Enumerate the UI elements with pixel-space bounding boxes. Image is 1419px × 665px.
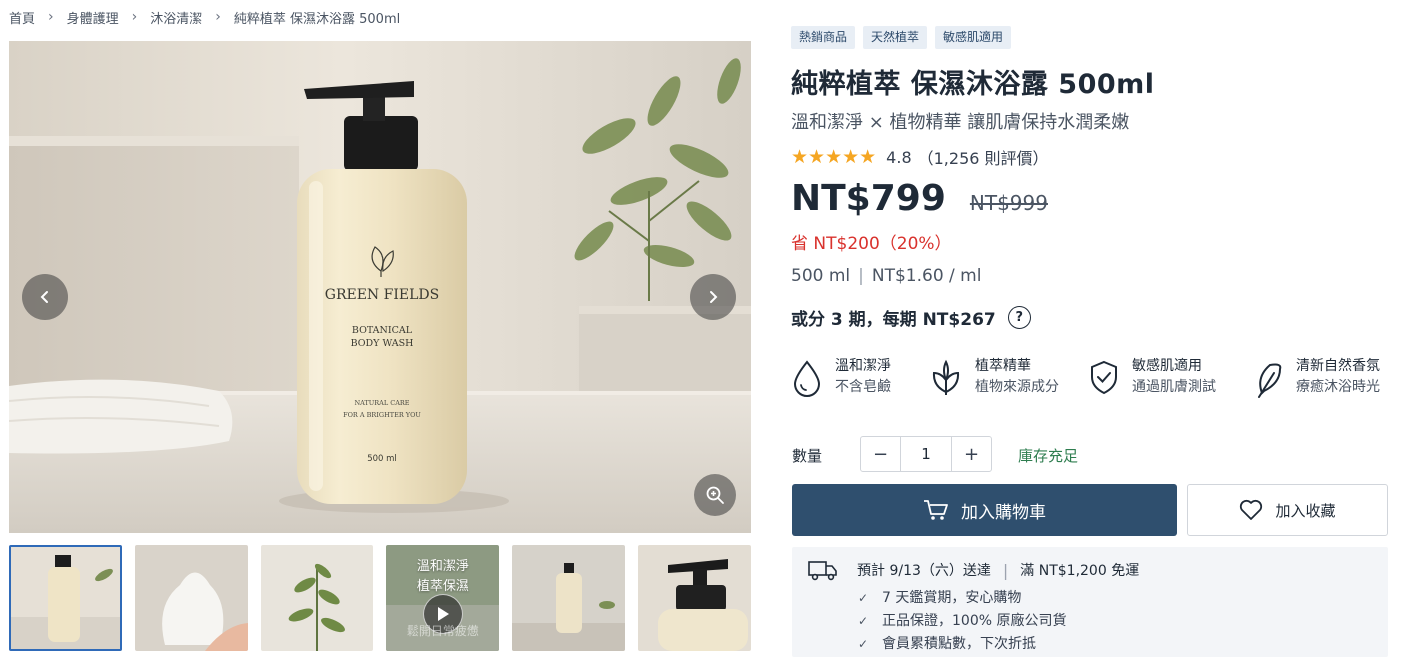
product-title: 純粹植萃 保濕沐浴露 500ml xyxy=(791,69,1155,100)
unit-size: 500 ml xyxy=(791,266,851,286)
shield-icon xyxy=(1091,360,1117,395)
feature-gentle: 溫和潔淨 不含皂鹼 xyxy=(791,356,891,398)
product-photo: GREEN FIELDS BOTANICAL BODY WASH NATURAL… xyxy=(9,41,751,533)
chevron-right-icon: › xyxy=(48,9,54,25)
product-tags: 熱銷商品 天然植萃 敏感肌適用 xyxy=(791,26,1012,49)
unit-price: 500 ml | NT$1.60 / ml xyxy=(791,266,981,286)
add-to-cart-button[interactable]: 加入購物車 xyxy=(792,484,1177,536)
heart-icon xyxy=(1240,499,1263,520)
wishlist-button[interactable]: 加入收藏 xyxy=(1187,484,1388,536)
shipping-header: 預計 9/13（六）送達 | 滿 NT$1,200 免運 xyxy=(808,559,1139,581)
cart-icon xyxy=(924,500,948,520)
zoom-in-icon xyxy=(706,486,724,504)
product-subtitle: 溫和潔淨 × 植物精華 讓肌膚保持水潤柔嫩 xyxy=(791,112,1130,133)
chevron-right-icon: › xyxy=(131,9,138,25)
thumbnail-video[interactable]: 溫和潔淨 植萃保濕 鬆開日常疲憊 xyxy=(386,545,500,651)
breadcrumb-current: 純粹植萃 保濕沐浴露 500ml xyxy=(233,11,401,27)
review-count-link[interactable]: （1,256 則評價） xyxy=(918,145,1049,169)
leaf-icon xyxy=(932,359,960,395)
free-shipping-threshold: 滿 NT$1,200 免運 xyxy=(1020,563,1140,579)
thumbnail-pump-closeup[interactable] xyxy=(638,545,751,651)
shipping-info: 預計 9/13（六）送達 | 滿 NT$1,200 免運 ✓ 7 天鑑賞期，安心購… xyxy=(792,547,1388,657)
help-icon[interactable]: ? xyxy=(1007,306,1031,329)
svg-text:NATURAL CARE: NATURAL CARE xyxy=(354,399,409,407)
current-price: NT$799 xyxy=(791,178,946,219)
list-item: ✓ 7 天鑑賞期，安心購物 xyxy=(858,587,1066,610)
guarantee-list: ✓ 7 天鑑賞期，安心購物 ✓ 正品保證，100% 原廠公司貨 ✓ 會員累積點數，下次… xyxy=(858,587,1066,656)
installment-info: 或分 3 期，每期 NT$267 ? xyxy=(791,305,1031,330)
svg-text:BODY WASH: BODY WASH xyxy=(351,338,414,349)
drop-icon xyxy=(793,360,821,397)
tag-natural: 天然植萃 xyxy=(863,26,928,49)
play-icon xyxy=(438,607,450,621)
rating[interactable]: ★★★★★ 4.8 （1,256 則評價） xyxy=(791,145,1049,169)
stock-status: 庫存充足 xyxy=(1018,447,1079,465)
quantity-input[interactable] xyxy=(900,437,952,471)
rating-score: 4.8 xyxy=(886,147,912,167)
quantity-stepper: − + xyxy=(860,436,992,472)
breadcrumb-body-care[interactable]: 身體護理 xyxy=(67,8,119,27)
check-icon: ✓ xyxy=(858,591,869,605)
original-price: NT$999 xyxy=(969,191,1048,215)
check-icon: ✓ xyxy=(858,614,869,628)
video-thumbnail-caption: 鬆開日常疲憊 xyxy=(406,624,479,638)
thumbnail-foam[interactable] xyxy=(134,545,248,651)
add-to-cart-label: 加入購物車 xyxy=(961,502,1046,523)
divider: | xyxy=(858,266,864,286)
breadcrumb: 首頁 › 身體護理 › 沐浴清潔 › 純粹植萃 保濕沐浴露 500ml xyxy=(9,8,401,27)
previous-image-button[interactable] xyxy=(22,274,68,320)
svg-text:BOTANICAL: BOTANICAL xyxy=(352,325,413,336)
feature-botanical: 植萃精華 植物來源成分 xyxy=(929,356,1059,398)
quantity-decrease-button[interactable]: − xyxy=(861,437,900,471)
product-main-image[interactable]: GREEN FIELDS BOTANICAL BODY WASH NATURAL… xyxy=(9,41,751,533)
discount-amount: 省 NT$200（20%） xyxy=(791,234,952,254)
list-item: ✓ 會員累積點數，下次折抵 xyxy=(858,633,1066,656)
tag-bestseller: 熱銷商品 xyxy=(791,26,856,49)
breadcrumb-bath[interactable]: 沐浴清潔 xyxy=(150,8,202,27)
svg-text:GREEN FIELDS: GREEN FIELDS xyxy=(325,287,439,303)
svg-text:FOR A BRIGHTER YOU: FOR A BRIGHTER YOU xyxy=(343,411,421,419)
thumbnail-bottle[interactable] xyxy=(9,545,122,651)
video-thumbnail-title: 溫和潔淨 植萃保濕 xyxy=(416,559,469,594)
delivery-estimate: 預計 9/13（六）送達 xyxy=(857,563,991,579)
feature-list: 溫和潔淨 不含皂鹼 植萃精華 植物來源成分 敏感肌適用 通過肌膚測試 清新自然香… xyxy=(791,356,1401,408)
chevron-right-icon: › xyxy=(215,9,221,25)
list-item: ✓ 正品保證，100% 原廠公司貨 xyxy=(858,610,1066,633)
price-per-ml: NT$1.60 / ml xyxy=(871,266,982,286)
quantity-label: 數量 xyxy=(792,447,823,465)
feather-leaf-icon xyxy=(1258,363,1282,398)
thumbnail-strip: 溫和潔淨 植萃保濕 鬆開日常疲憊 xyxy=(9,545,751,651)
next-image-button[interactable] xyxy=(690,274,736,320)
breadcrumb-home[interactable]: 首頁 xyxy=(9,8,35,27)
divider: | xyxy=(1002,560,1009,580)
chevron-right-icon xyxy=(710,291,718,303)
feature-sensitive: 敏感肌適用 通過肌膚測試 xyxy=(1088,356,1216,398)
wishlist-label: 加入收藏 xyxy=(1275,501,1336,520)
star-rating-icon: ★★★★★ xyxy=(791,146,877,168)
chevron-left-icon xyxy=(40,291,48,303)
tag-sensitive-skin: 敏感肌適用 xyxy=(935,26,1012,49)
thumbnail-plant[interactable] xyxy=(260,545,374,651)
thumbnail-bottle-bathroom[interactable] xyxy=(512,545,626,651)
quantity-increase-button[interactable]: + xyxy=(952,437,991,471)
truck-icon xyxy=(808,561,837,581)
check-icon: ✓ xyxy=(858,637,869,651)
feature-fragrance: 清新自然香氛 療癒沐浴時光 xyxy=(1254,356,1380,399)
price-row: NT$799 NT$999 xyxy=(791,178,1048,219)
zoom-button[interactable] xyxy=(694,474,736,516)
installment-text: 或分 3 期，每期 NT$267 xyxy=(791,310,996,330)
svg-text:500 ml: 500 ml xyxy=(367,454,397,464)
